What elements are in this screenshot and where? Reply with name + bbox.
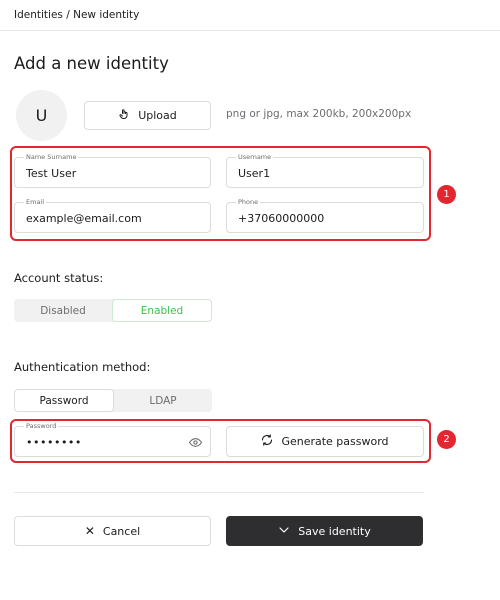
email-field[interactable]: Email example@email.com — [14, 198, 211, 233]
username-value: User1 — [238, 167, 271, 180]
name-surname-label: Name Surname — [24, 153, 79, 162]
status-option-disabled[interactable]: Disabled — [14, 299, 112, 322]
phone-value: +37060000000 — [238, 212, 325, 225]
email-label: Email — [24, 198, 47, 207]
account-status-toggle: Disabled Enabled — [14, 299, 212, 322]
auth-option-password[interactable]: Password — [14, 389, 114, 412]
marker-1: 1 — [437, 185, 456, 204]
auth-method-label: Authentication method: — [14, 360, 151, 374]
name-surname-field[interactable]: Name Surname Test User — [14, 153, 211, 188]
marker-2-label: 2 — [443, 434, 450, 445]
divider — [14, 492, 424, 493]
generate-password-button[interactable]: Generate password — [226, 426, 424, 457]
page-title: Add a new identity — [14, 54, 169, 73]
phone-field[interactable]: Phone +37060000000 — [226, 198, 424, 233]
marker-1-label: 1 — [443, 189, 450, 200]
password-field[interactable]: Password •••••••• — [14, 422, 211, 457]
username-label: Username — [236, 153, 274, 162]
marker-2: 2 — [437, 430, 456, 449]
avatar-initial: U — [35, 106, 48, 125]
password-label: Password — [24, 422, 59, 431]
phone-label: Phone — [236, 198, 261, 207]
refresh-icon — [261, 434, 273, 449]
password-value: •••••••• — [26, 436, 82, 449]
generate-password-label: Generate password — [281, 435, 389, 448]
cancel-button[interactable]: ✕ Cancel — [14, 516, 211, 546]
auth-option-ldap[interactable]: LDAP — [114, 389, 212, 412]
account-status-label: Account status: — [14, 271, 104, 285]
top-bar: Identities / New identity — [0, 0, 500, 31]
save-identity-button[interactable]: Save identity — [226, 516, 423, 546]
status-option-enabled[interactable]: Enabled — [112, 299, 212, 322]
username-field[interactable]: Username User1 — [226, 153, 424, 188]
check-icon — [278, 524, 290, 539]
close-icon: ✕ — [84, 524, 95, 538]
breadcrumb[interactable]: Identities / New identity — [14, 9, 139, 21]
save-identity-label: Save identity — [298, 524, 371, 538]
eye-icon[interactable] — [188, 435, 202, 449]
email-value: example@email.com — [26, 212, 142, 225]
cancel-label: Cancel — [102, 524, 141, 538]
upload-icon — [118, 108, 130, 123]
upload-label: Upload — [138, 109, 177, 122]
avatar: U — [16, 90, 67, 141]
auth-method-toggle: Password LDAP — [14, 389, 212, 412]
upload-hint: png or jpg, max 200kb, 200x200px — [226, 108, 412, 120]
upload-button[interactable]: Upload — [84, 101, 211, 130]
name-surname-value: Test User — [26, 167, 77, 180]
